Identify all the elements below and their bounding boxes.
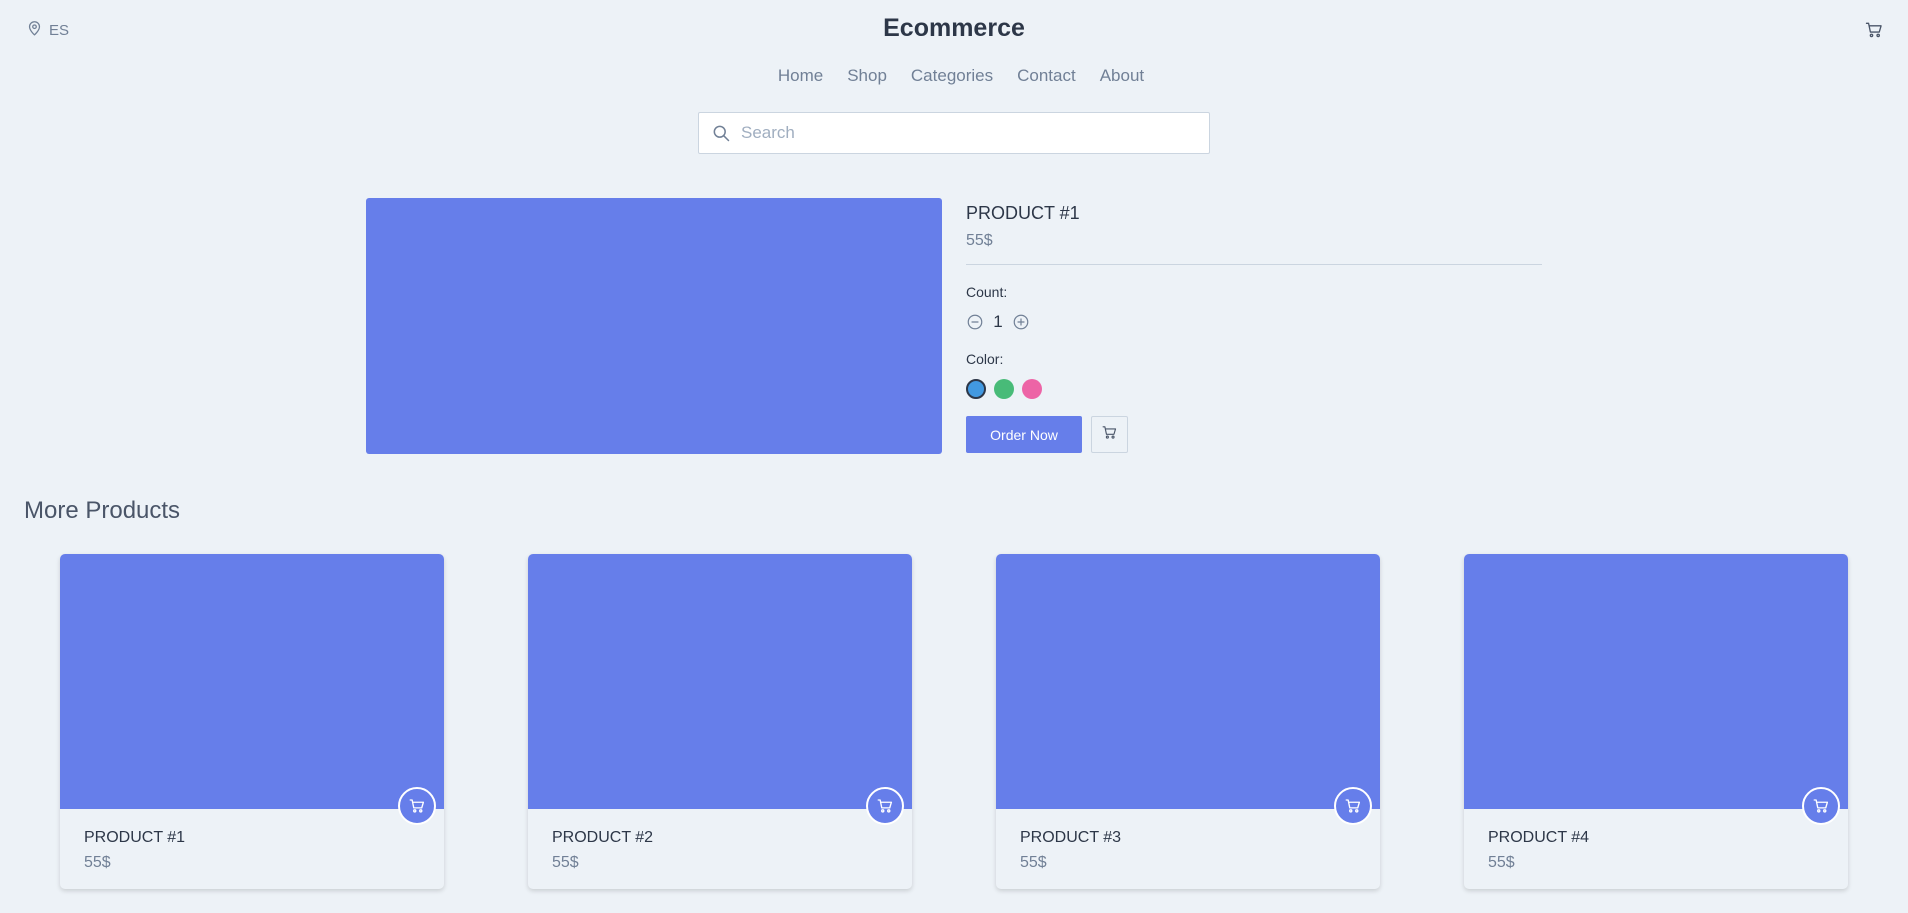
card-add-to-cart-button[interactable] [866,787,904,825]
cart-icon [1813,799,1829,813]
color-options [966,379,1542,399]
cart-icon [1101,424,1118,446]
product-card-image [996,554,1380,825]
product-card-price: 55$ [1020,854,1047,871]
more-products-title: More Products [24,497,181,524]
divider [966,264,1542,265]
brand-title[interactable]: Ecommerce [0,14,1908,43]
product-card-name: PRODUCT #4 [1488,829,1590,846]
product-card[interactable]: PRODUCT #4 55$ [1464,554,1848,889]
nav-categories[interactable]: Categories [911,66,993,86]
search-bar [698,112,1210,154]
product-card[interactable]: PRODUCT #1 55$ [60,554,444,889]
add-to-cart-button[interactable] [1091,416,1128,453]
color-label: Color: [966,351,1004,367]
card-add-to-cart-button[interactable] [398,787,436,825]
product-card-price: 55$ [1488,854,1515,871]
increment-icon[interactable] [1012,313,1030,331]
order-now-button[interactable]: Order Now [966,416,1082,453]
nav-shop[interactable]: Shop [847,66,887,86]
product-card-price: 55$ [552,854,579,871]
cart-icon[interactable] [1864,20,1884,40]
quantity-value: 1 [993,312,1003,331]
nav-contact[interactable]: Contact [1017,66,1076,86]
quantity-stepper: 1 [966,312,1542,332]
product-card-price: 55$ [84,854,111,871]
product-title: PRODUCT #1 [966,203,1080,223]
decrement-icon[interactable] [966,313,984,331]
product-actions: Order Now [966,416,1542,453]
product-card-name: PRODUCT #1 [84,829,186,846]
cart-icon [1345,799,1361,813]
product-card-image [60,554,444,825]
product-card-image [1464,554,1848,825]
cart-icon [877,799,893,813]
count-label: Count: [966,284,1008,300]
color-swatch-green[interactable] [994,379,1014,399]
cart-icon [409,799,425,813]
product-card-name: PRODUCT #2 [552,829,654,846]
color-swatch-pink[interactable] [1022,379,1042,399]
product-detail: PRODUCT #1 55$ Count: 1 Color: Order Now [966,203,1542,453]
search-icon [711,123,731,143]
product-price: 55$ [966,232,993,249]
color-swatch-blue[interactable] [966,379,986,399]
product-image [366,198,942,454]
product-card[interactable]: PRODUCT #3 55$ [996,554,1380,889]
nav-home[interactable]: Home [778,66,823,86]
product-card-image [528,554,912,825]
product-card-name: PRODUCT #3 [1020,829,1122,846]
card-add-to-cart-button[interactable] [1802,787,1840,825]
nav-about[interactable]: About [1100,66,1144,86]
main-nav: Home Shop Categories Contact About [0,66,1908,86]
product-card[interactable]: PRODUCT #2 55$ [528,554,912,889]
search-input[interactable] [741,123,1201,143]
card-add-to-cart-button[interactable] [1334,787,1372,825]
